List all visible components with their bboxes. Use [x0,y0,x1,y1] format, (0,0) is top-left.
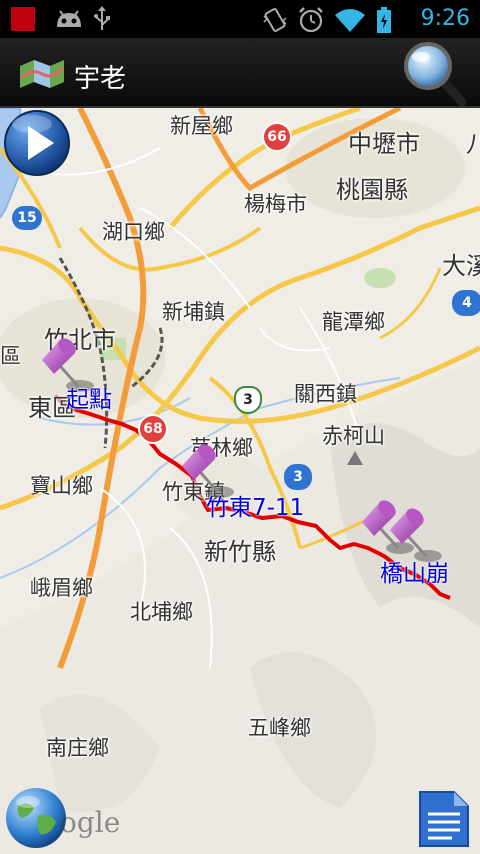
alarm-icon [299,7,323,33]
place-label: 大溪 [442,252,480,280]
place-label: 五峰鄉 [248,716,311,740]
place-label: 中壢市 [348,130,420,158]
action-bar: 宇老 [0,38,480,108]
place-label: 新竹縣 [204,538,276,566]
globe-icon [6,788,66,848]
place-label: 湖口鄉 [102,220,165,244]
status-bar: 9:26 [0,0,480,38]
document-button[interactable] [416,790,470,848]
place-label: 北埔鄉 [130,600,193,624]
highway-shield-66: 66 [262,122,292,152]
highway-shield-4: 4 [452,290,480,316]
place-label: 關西鎮 [294,382,357,406]
place-label: 區 [0,344,21,368]
zhudong711-marker-label: 竹東7-11 [206,495,305,521]
wifi-icon [335,9,365,32]
android-debug-icon [52,5,86,33]
map-icon [20,60,64,88]
qiaoshanbeng-marker-label: 橋山崩 [380,561,449,587]
play-icon [4,110,70,176]
map-view[interactable]: 15 66 68 3 3 4 新屋鄉 中壢市 八 楊梅市 桃園縣 湖口鄉 大溪 … [0,108,480,854]
place-label: 寶山鄉 [30,474,93,498]
shield-label: 3 [243,392,253,408]
shield-label: 4 [462,295,472,311]
start-marker-label: 起點 [66,387,112,413]
place-label: 楊梅市 [244,192,307,216]
red-notification-icon [8,5,38,33]
highway-shield-15: 15 [12,206,42,230]
place-label: 桃園縣 [336,176,408,204]
place-label: 八 [466,130,480,158]
place-label: 峨眉鄉 [30,576,93,600]
place-label: 新埔鎮 [162,300,225,324]
vibrate-icon [263,8,287,32]
play-button[interactable] [2,108,72,178]
status-time: 9:26 [420,6,470,31]
search-button[interactable] [402,40,468,107]
place-label: 新屋鄉 [170,114,233,138]
app-title: 宇老 [74,64,127,94]
highway-shield-3: 3 [234,386,262,414]
document-icon [419,791,469,847]
place-label: 赤柯山 [322,424,385,448]
shield-label: 66 [267,129,287,145]
shield-label: 15 [17,210,37,226]
usb-icon [90,5,114,33]
place-label: 南庄鄉 [46,736,109,760]
shield-label: 68 [143,421,163,437]
highway-shield-3b: 3 [284,464,312,490]
google-logo: ogle [60,806,121,839]
battery-icon [377,7,391,33]
highway-shield-68: 68 [138,414,168,444]
shield-label: 3 [293,469,303,485]
globe-button[interactable] [4,786,68,850]
magnifier-icon [404,42,467,107]
place-label: 龍潭鄉 [322,310,385,334]
